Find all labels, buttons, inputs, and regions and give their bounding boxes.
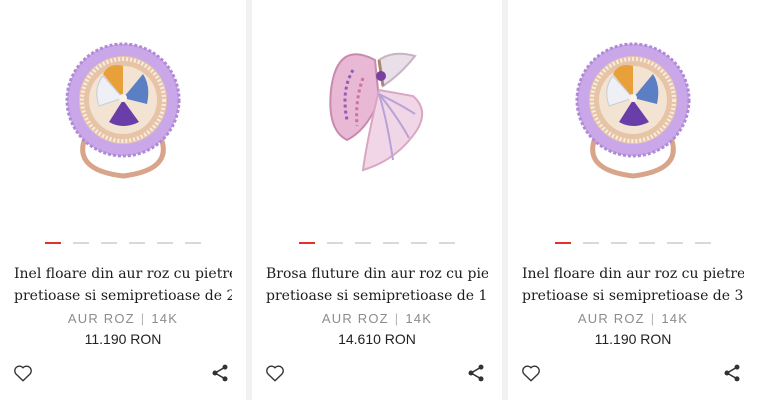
carousel-dot[interactable]: [101, 242, 117, 244]
carousel-dot[interactable]: [185, 242, 201, 244]
heart-icon[interactable]: [264, 362, 286, 384]
carousel-dot[interactable]: [129, 242, 145, 244]
product-title-line2[interactable]: pretioase si semipretioase de 1.58...: [266, 285, 488, 307]
carousel-dot[interactable]: [299, 242, 315, 244]
product-title[interactable]: Inel floare din aur roz cu pietre pretio…: [14, 263, 232, 307]
product-title[interactable]: Inel floare din aur roz cu pietre pretio…: [522, 263, 744, 307]
product-card-2[interactable]: Brosa fluture din aur roz cu pietre pret…: [252, 0, 502, 400]
meta-separator: |: [394, 311, 400, 326]
product-price: 11.190 RON: [594, 331, 672, 347]
carousel-dot[interactable]: [383, 242, 399, 244]
meta-separator: |: [650, 311, 656, 326]
product-karat: 14K: [405, 311, 433, 326]
carousel-dot[interactable]: [73, 242, 89, 244]
carousel-dot[interactable]: [439, 242, 455, 244]
share-icon[interactable]: [722, 363, 742, 383]
carousel-dot[interactable]: [611, 242, 627, 244]
image-carousel-indicator[interactable]: [252, 242, 502, 244]
carousel-dot[interactable]: [583, 242, 599, 244]
carousel-dot[interactable]: [327, 242, 343, 244]
product-karat: 14K: [661, 311, 689, 326]
product-title-line2[interactable]: pretioase si semipretioase de 3ct...: [522, 285, 744, 307]
carousel-dot[interactable]: [639, 242, 655, 244]
product-image-2[interactable]: [252, 30, 502, 180]
heart-icon[interactable]: [12, 362, 34, 384]
product-image-1[interactable]: [0, 30, 246, 180]
carousel-dot[interactable]: [157, 242, 173, 244]
product-grid: Inel floare din aur roz cu pietre pretio…: [0, 0, 758, 400]
product-material: AUR ROZ: [321, 311, 389, 326]
image-carousel-indicator[interactable]: [508, 242, 758, 244]
product-meta: AUR ROZ | 14K: [0, 311, 246, 326]
product-title-line1[interactable]: Brosa fluture din aur roz cu pietre: [266, 263, 488, 285]
product-title[interactable]: Brosa fluture din aur roz cu pietre pret…: [266, 263, 488, 307]
image-carousel-indicator[interactable]: [0, 242, 246, 244]
heart-icon[interactable]: [520, 362, 542, 384]
carousel-dot[interactable]: [667, 242, 683, 244]
product-material: AUR ROZ: [577, 311, 645, 326]
product-image-3[interactable]: [508, 30, 758, 180]
carousel-dot[interactable]: [355, 242, 371, 244]
product-card-1[interactable]: Inel floare din aur roz cu pietre pretio…: [0, 0, 246, 400]
share-icon[interactable]: [210, 363, 230, 383]
rose-gold-flower-ring-image: [575, 42, 691, 179]
carousel-dot[interactable]: [411, 242, 427, 244]
rose-gold-flower-ring-image: [65, 42, 181, 179]
product-meta: AUR ROZ | 14K: [252, 311, 502, 326]
product-karat: 14K: [151, 311, 179, 326]
product-material: AUR ROZ: [67, 311, 135, 326]
product-card-3[interactable]: Inel floare din aur roz cu pietre pretio…: [508, 0, 758, 400]
product-title-line2[interactable]: pretioase si semipretioase de 2.9c...: [14, 285, 232, 307]
product-meta: AUR ROZ | 14K: [508, 311, 758, 326]
product-price: 14.610 RON: [338, 331, 416, 347]
butterfly-brooch-image: [329, 52, 424, 172]
carousel-dot[interactable]: [695, 242, 711, 244]
share-icon[interactable]: [466, 363, 486, 383]
carousel-dot[interactable]: [555, 242, 571, 244]
product-price: 11.190 RON: [84, 331, 162, 347]
product-title-line1[interactable]: Inel floare din aur roz cu pietre: [14, 263, 232, 285]
product-title-line1[interactable]: Inel floare din aur roz cu pietre: [522, 263, 744, 285]
meta-separator: |: [140, 311, 146, 326]
carousel-dot[interactable]: [45, 242, 61, 244]
